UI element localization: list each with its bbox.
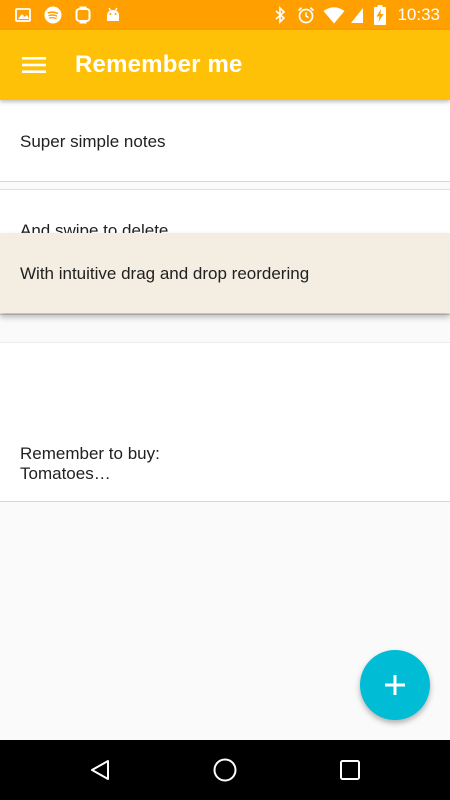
status-bar: 10:33 xyxy=(0,0,450,30)
home-button[interactable] xyxy=(210,755,240,785)
dragged-note-item[interactable]: With intuitive drag and drop reordering xyxy=(0,233,450,313)
recents-icon xyxy=(340,760,360,780)
system-navigation-bar xyxy=(0,740,450,800)
signal-icon xyxy=(350,6,364,24)
spotify-icon xyxy=(43,6,63,24)
status-time: 10:33 xyxy=(397,5,440,24)
notes-app-screen: 10:33 Remember me Super simple notes And… xyxy=(0,0,450,800)
app-title: Remember me xyxy=(75,51,243,78)
bluetooth-icon xyxy=(272,6,288,24)
battery-charging-icon xyxy=(372,5,388,25)
note-item[interactable]: Super simple notes xyxy=(0,100,450,182)
home-icon xyxy=(213,758,237,782)
wifi-icon xyxy=(322,6,346,24)
android-icon xyxy=(104,6,122,24)
app-bar: Remember me xyxy=(0,30,450,100)
note-text: Remember to buy: Tomatoes… xyxy=(20,444,160,483)
note-text: Super simple notes xyxy=(20,132,166,151)
alarm-icon xyxy=(296,6,316,24)
back-button[interactable] xyxy=(85,755,115,785)
note-item[interactable]: Remember to buy: Tomatoes… xyxy=(0,421,450,502)
plus-icon xyxy=(385,675,405,695)
recents-button[interactable] xyxy=(335,755,365,785)
image-icon xyxy=(14,6,32,24)
note-text: With intuitive drag and drop reordering xyxy=(20,264,310,283)
menu-button[interactable] xyxy=(16,47,52,83)
watch-icon xyxy=(74,6,92,24)
hamburger-menu-icon xyxy=(22,57,46,73)
back-icon xyxy=(91,760,109,780)
note-placeholder-slot xyxy=(0,342,450,422)
add-note-button[interactable] xyxy=(360,650,430,720)
